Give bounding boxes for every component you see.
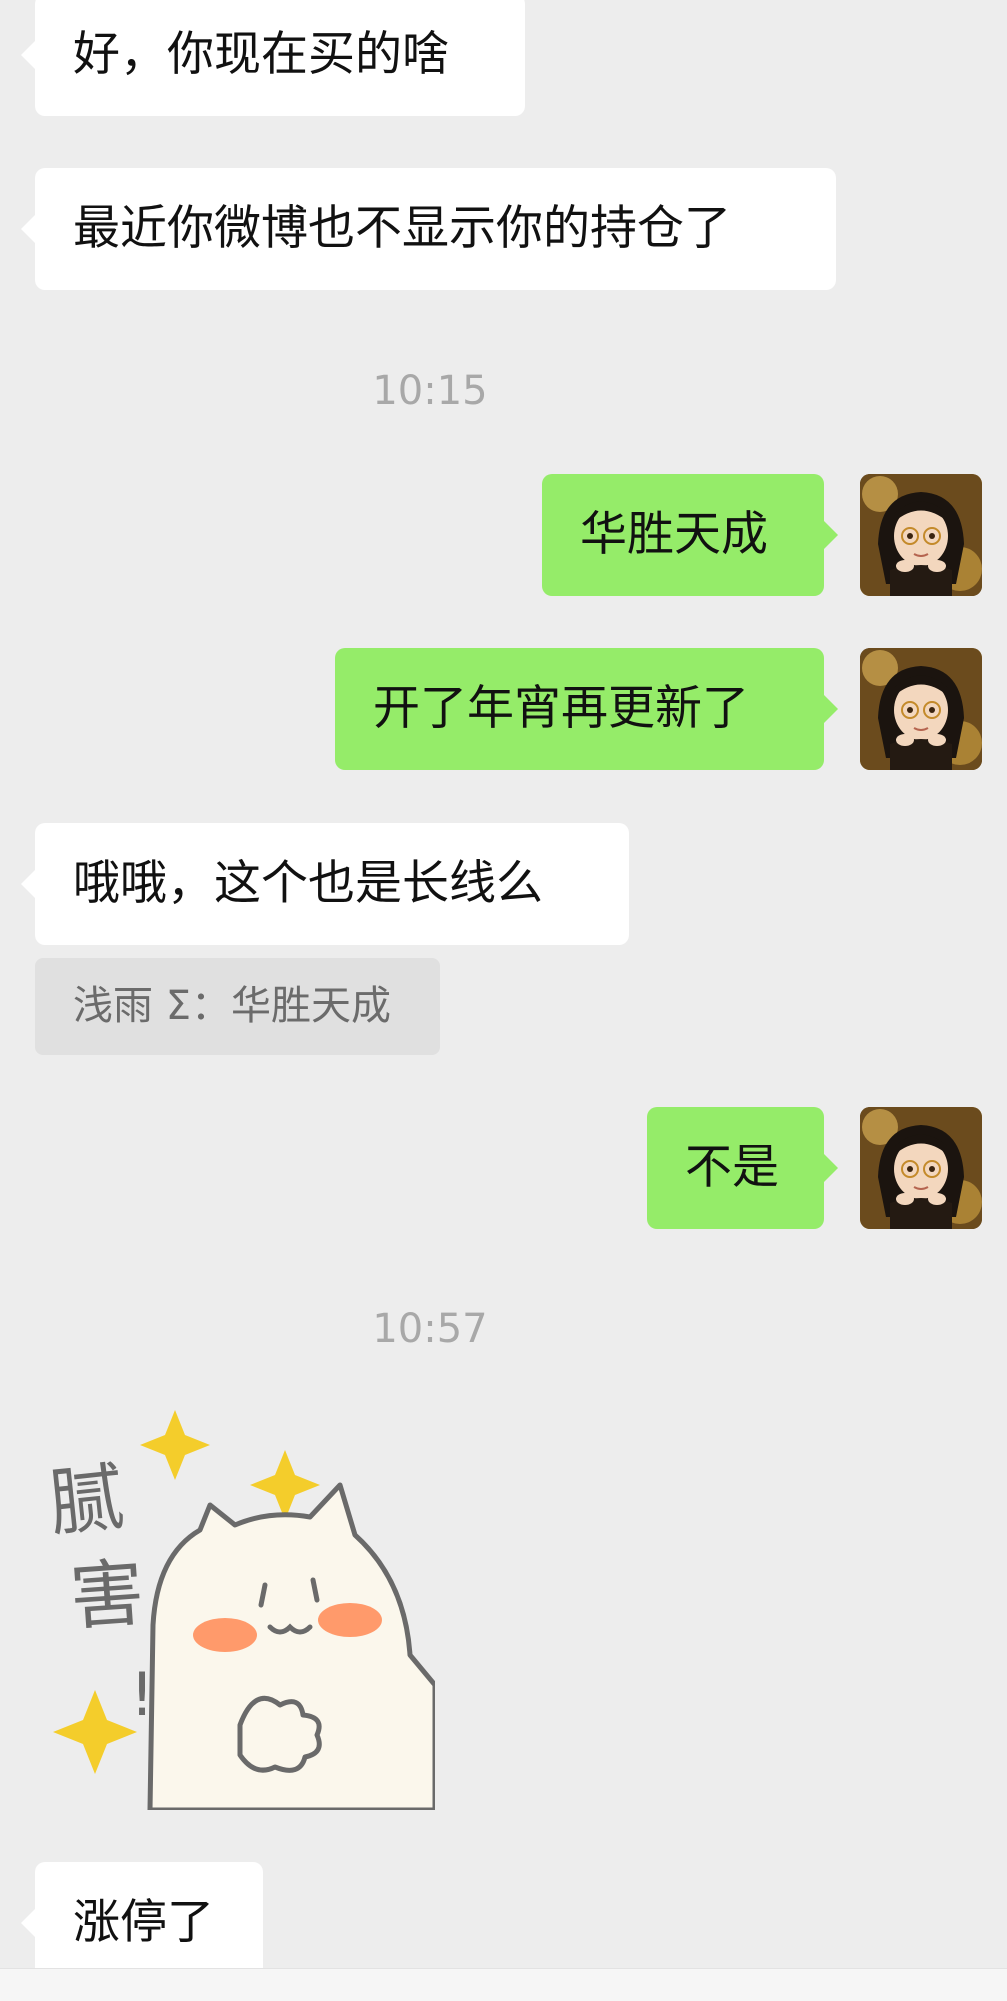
svg-text:腻: 腻 xyxy=(45,1454,128,1547)
outgoing-message[interactable]: 不是 xyxy=(647,1107,838,1229)
sticker-image[interactable]: 腻 害 ! xyxy=(35,1405,438,1813)
avatar-girl-icon[interactable] xyxy=(860,1107,982,1229)
chat-area[interactable]: 好，你现在买的啥 最近你微博也不显示你的持仓了 10:15 华胜天成 开了年宵再… xyxy=(0,0,1007,2001)
avatar-girl-icon[interactable] xyxy=(860,648,982,770)
sparkle-icon xyxy=(53,1690,137,1774)
incoming-message[interactable]: 最近你微博也不显示你的持仓了 xyxy=(21,168,836,290)
incoming-message[interactable]: 好，你现在买的啥 xyxy=(21,0,525,116)
avatar-girl-icon[interactable] xyxy=(860,474,982,596)
incoming-message[interactable]: 哦哦，这个也是长线么 xyxy=(21,823,629,945)
input-bar xyxy=(0,1968,1007,2001)
quoted-message[interactable]: 浅雨 Σ：华胜天成 xyxy=(35,958,440,1055)
svg-text:害: 害 xyxy=(67,1550,147,1641)
timestamp: 10:15 xyxy=(372,368,488,414)
sparkle-icon xyxy=(250,1450,320,1520)
outgoing-message[interactable]: 华胜天成 xyxy=(542,474,838,596)
outgoing-message[interactable]: 开了年宵再更新了 xyxy=(335,648,838,770)
sparkle-icon xyxy=(140,1410,210,1480)
incoming-message[interactable]: 涨停了 xyxy=(21,1862,263,1984)
timestamp: 10:57 xyxy=(372,1306,488,1352)
